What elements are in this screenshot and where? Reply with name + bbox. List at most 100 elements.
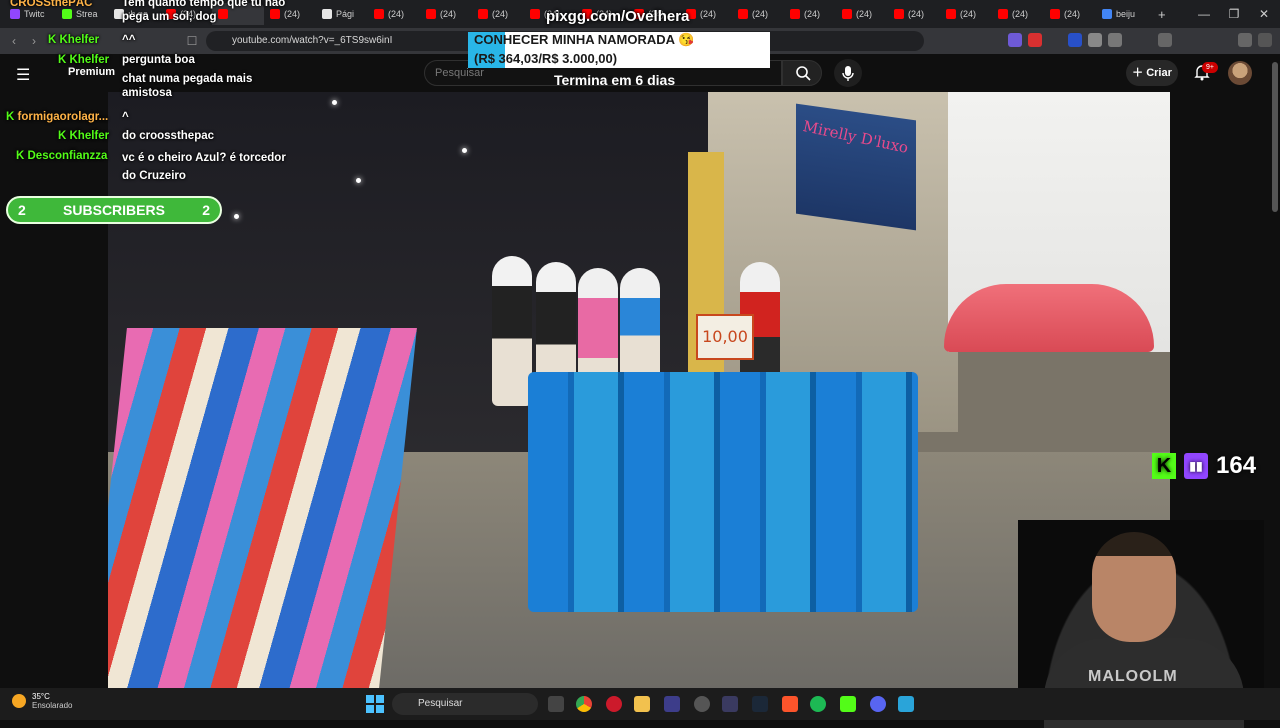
towel-rack bbox=[108, 328, 417, 688]
sun-icon bbox=[12, 694, 26, 708]
ceiling-light bbox=[356, 178, 361, 183]
menu-icon[interactable] bbox=[1258, 33, 1272, 47]
plus-icon: ＋ bbox=[1132, 67, 1147, 79]
subscribers-left-count: 2 bbox=[18, 202, 26, 218]
browser-tab[interactable]: (24) bbox=[992, 3, 1044, 25]
tab-label: (24) bbox=[908, 9, 925, 19]
maximize-button[interactable]: ❐ bbox=[1218, 0, 1250, 28]
tab-favicon-icon bbox=[946, 9, 956, 19]
mannequin bbox=[492, 256, 532, 406]
microphone-icon[interactable] bbox=[834, 59, 862, 87]
tab-favicon-icon bbox=[426, 9, 436, 19]
extension-icon[interactable] bbox=[1008, 33, 1022, 47]
tab-label: (24) bbox=[388, 9, 405, 19]
chat-message-text: do croossthepac bbox=[122, 130, 215, 142]
temperature: 35°C bbox=[32, 692, 50, 701]
browser-tab[interactable]: (24) bbox=[940, 3, 992, 25]
chat-message: K Khelfer bbox=[58, 54, 110, 66]
ceiling-light bbox=[234, 214, 239, 219]
discord-icon[interactable] bbox=[870, 696, 886, 712]
user-avatar[interactable] bbox=[1228, 61, 1252, 85]
taskbar-search[interactable]: Pesquisar bbox=[392, 693, 538, 715]
chat-message-text: pergunta boa bbox=[122, 54, 195, 66]
browser-tab[interactable]: Pági bbox=[316, 3, 368, 25]
twitch-icon: ▮▮ bbox=[1184, 453, 1208, 479]
puzzle-icon[interactable] bbox=[1108, 33, 1122, 47]
browser-tab[interactable]: (24) bbox=[784, 3, 836, 25]
shield-icon[interactable] bbox=[1238, 33, 1252, 47]
subscribers-label: SUBSCRIBERS bbox=[63, 202, 165, 218]
tab-label: (24) bbox=[856, 9, 873, 19]
media-icon[interactable] bbox=[1158, 33, 1172, 47]
tab-favicon-icon bbox=[842, 9, 852, 19]
tab-favicon-icon bbox=[998, 9, 1008, 19]
chat-message: K formigaorolagr... bbox=[6, 111, 109, 123]
app-icon[interactable] bbox=[898, 696, 914, 712]
tab-favicon-icon bbox=[1050, 9, 1060, 19]
task-view-icon[interactable] bbox=[548, 696, 564, 712]
viewer-counter: K ▮▮ 164 bbox=[1152, 450, 1256, 482]
app-icon[interactable] bbox=[722, 696, 738, 712]
scrollbar-thumb[interactable] bbox=[1272, 62, 1278, 212]
kick-icon: K bbox=[1152, 453, 1176, 479]
price-tag: 10,00 bbox=[696, 314, 754, 360]
chrome-icon[interactable] bbox=[576, 696, 592, 712]
browser-tab[interactable]: (24) bbox=[368, 3, 420, 25]
donation-site-label: pixgg.com/Ovelhera bbox=[546, 8, 690, 25]
file-explorer-icon[interactable] bbox=[634, 696, 650, 712]
tab-favicon-icon bbox=[530, 9, 540, 19]
extension-icon[interactable] bbox=[1088, 33, 1102, 47]
weather-condition: Ensolarado bbox=[32, 701, 73, 710]
browser-tab[interactable]: (24) bbox=[836, 3, 888, 25]
chat-message-text: Tem quanto tempo que tu não pega um sol,… bbox=[122, 0, 286, 23]
tab-label: (24) bbox=[440, 9, 457, 19]
donation-goal-title: CONHECER MINHA NAMORADA 😘 bbox=[474, 32, 695, 47]
subscribers-counter: 2 SUBSCRIBERS 2 bbox=[6, 196, 222, 224]
donation-goal-amount: (R$ 364,03/R$ 3.000,00) bbox=[474, 51, 618, 66]
extension-icon[interactable] bbox=[1068, 33, 1082, 47]
browser-tab[interactable]: (24) bbox=[472, 3, 524, 25]
app-icon[interactable] bbox=[664, 696, 680, 712]
browser-tab[interactable]: beiju bbox=[1096, 3, 1152, 25]
tab-label: (24) bbox=[804, 9, 821, 19]
tab-label: (24) bbox=[492, 9, 509, 19]
tab-label: (24) bbox=[960, 9, 977, 19]
chat-message: K Desconfianzza bbox=[16, 150, 108, 162]
red-umbrella bbox=[944, 284, 1154, 352]
steam-icon[interactable] bbox=[752, 696, 768, 712]
tab-label: beiju bbox=[1116, 9, 1136, 19]
kick-icon: K bbox=[48, 34, 60, 46]
weather-widget[interactable]: 35°C Ensolarado bbox=[12, 692, 72, 710]
browser-tab[interactable]: (24) bbox=[1044, 3, 1096, 25]
kick-icon: K bbox=[16, 150, 28, 162]
windows-start-icon[interactable] bbox=[366, 695, 384, 713]
kick-icon[interactable] bbox=[840, 696, 856, 712]
browser-tab[interactable]: (24) bbox=[888, 3, 940, 25]
close-window-button[interactable]: ✕ bbox=[1248, 0, 1280, 28]
streamer-face bbox=[1092, 532, 1176, 642]
new-tab-button[interactable]: + bbox=[1152, 3, 1172, 25]
app-icon[interactable] bbox=[694, 696, 710, 712]
brave-icon[interactable] bbox=[782, 696, 798, 712]
ceiling-light bbox=[462, 148, 467, 153]
create-button[interactable]: ＋ Criar bbox=[1126, 60, 1178, 86]
opera-icon[interactable] bbox=[606, 696, 622, 712]
stream-chat-overlay: CROSStheΡAC Tem quanto tempo que tu não … bbox=[0, 0, 300, 190]
browser-tab[interactable]: (24) bbox=[732, 3, 784, 25]
chat-message: K Khelfer bbox=[58, 130, 110, 142]
spotify-icon[interactable] bbox=[810, 696, 826, 712]
minimize-button[interactable]: — bbox=[1188, 0, 1220, 28]
browser-tab[interactable]: (24) bbox=[420, 3, 472, 25]
tab-favicon-icon bbox=[322, 9, 332, 19]
shorts-rack bbox=[528, 372, 918, 612]
extension-icon[interactable] bbox=[1028, 33, 1042, 47]
shirt-print: MALOOLM bbox=[1088, 668, 1178, 685]
tab-label: (24) bbox=[1064, 9, 1081, 19]
tab-favicon-icon bbox=[790, 9, 800, 19]
notification-count-badge: 9+ bbox=[1202, 62, 1218, 73]
viewer-count: 164 bbox=[1216, 452, 1257, 479]
tab-label: (24) bbox=[700, 9, 717, 19]
donation-goal-deadline: Termina em 6 dias bbox=[554, 72, 676, 88]
tab-label: Pági bbox=[336, 9, 355, 19]
search-button[interactable] bbox=[782, 60, 822, 86]
